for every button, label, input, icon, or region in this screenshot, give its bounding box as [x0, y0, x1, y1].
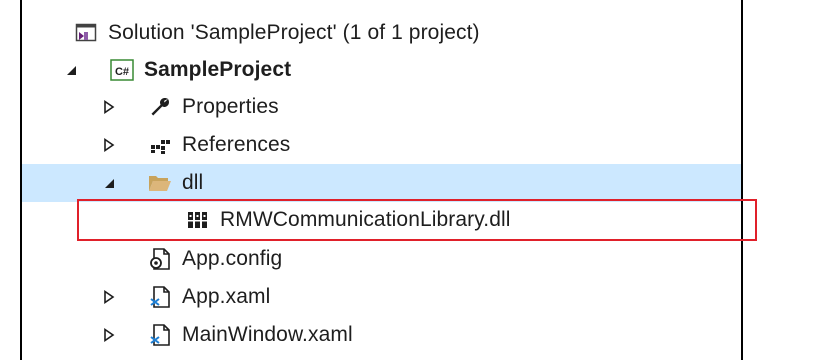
collapsed-arrow-icon[interactable] — [100, 98, 118, 116]
tree-node-properties[interactable]: Properties — [22, 88, 741, 126]
tree-node-references[interactable]: References — [22, 126, 741, 164]
references-label: References — [182, 133, 291, 156]
tree-node-app-xaml[interactable]: App.xaml — [22, 278, 741, 316]
csharp-badge: C# — [115, 66, 129, 78]
solution-explorer-panel: Solution 'SampleProject' (1 of 1 project… — [20, 0, 757, 360]
config-file-icon — [148, 247, 172, 271]
csharp-project-icon: C# — [110, 58, 134, 82]
folder-open-icon — [148, 171, 172, 195]
wrench-icon — [148, 95, 172, 119]
properties-label: Properties — [182, 95, 279, 118]
expanded-arrow-icon[interactable] — [62, 61, 80, 79]
tree-node-mainwindow-xaml[interactable]: MainWindow.xaml — [22, 316, 741, 354]
xaml-file-icon — [148, 323, 172, 347]
solution-label: Solution 'SampleProject' (1 of 1 project… — [108, 21, 480, 44]
tree-node-project[interactable]: C# SampleProject — [22, 51, 741, 89]
collapsed-arrow-icon[interactable] — [100, 288, 118, 306]
tree-node-solution[interactable]: Solution 'SampleProject' (1 of 1 project… — [22, 14, 741, 52]
library-icon — [186, 208, 210, 232]
mainwindow-xaml-label: MainWindow.xaml — [182, 323, 353, 346]
library-dll-label: RMWCommunicationLibrary.dll — [220, 208, 511, 231]
solution-icon — [74, 21, 98, 45]
app-config-label: App.config — [182, 247, 283, 270]
references-icon — [148, 133, 172, 157]
app-xaml-label: App.xaml — [182, 285, 271, 308]
tree-node-dll-folder[interactable]: dll — [22, 164, 741, 202]
collapsed-arrow-icon[interactable] — [100, 136, 118, 154]
tree-node-library-dll[interactable]: RMWCommunicationLibrary.dll — [22, 201, 741, 239]
dll-folder-label: dll — [182, 171, 204, 194]
collapsed-arrow-icon[interactable] — [100, 326, 118, 344]
tree-node-app-config[interactable]: App.config — [22, 240, 741, 278]
expanded-arrow-icon[interactable] — [100, 174, 118, 192]
xaml-file-icon — [148, 285, 172, 309]
project-label: SampleProject — [144, 58, 292, 81]
